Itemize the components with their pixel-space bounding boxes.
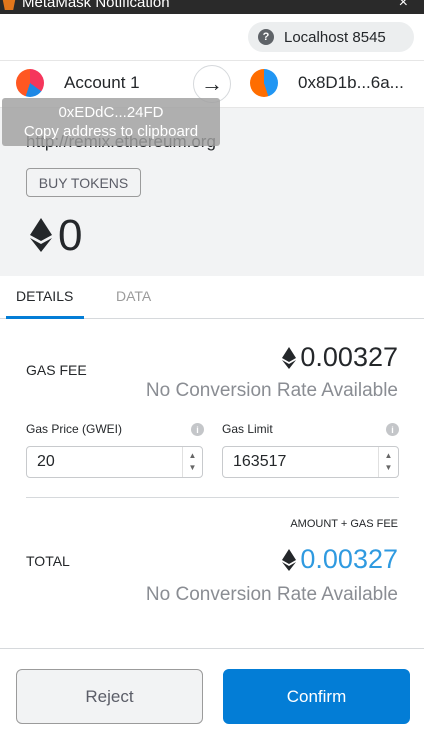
gas-fee-amount: 0.00327	[300, 342, 398, 372]
metamask-fox-icon	[2, 0, 16, 10]
gas-price-stepper[interactable]: ▲ ▼	[182, 447, 202, 477]
eth-icon	[282, 548, 297, 571]
chevron-down-icon[interactable]: ▼	[189, 462, 197, 474]
reject-button[interactable]: Reject	[16, 669, 203, 724]
window-title: MetaMask Notification	[22, 0, 170, 11]
total-value: 0.00327	[282, 544, 398, 575]
network-label: Localhost 8545	[284, 28, 386, 46]
info-icon[interactable]: i	[386, 423, 399, 436]
gas-fee-value: 0.00327	[282, 342, 398, 373]
active-tab-indicator	[6, 316, 84, 319]
close-icon[interactable]: ×	[399, 0, 408, 12]
gas-fee-conversion: No Conversion Rate Available	[145, 380, 398, 401]
gas-limit-label: Gas Limit	[222, 422, 273, 436]
tab-data[interactable]: DATA	[116, 288, 151, 304]
details-tabs: DETAILS DATA	[0, 276, 424, 319]
confirm-button[interactable]: Confirm	[223, 669, 410, 724]
chevron-up-icon[interactable]: ▲	[385, 450, 393, 462]
tooltip-text: Copy address to clipboard	[23, 123, 199, 140]
to-account-avatar	[250, 69, 278, 97]
action-bar: Reject Confirm	[0, 648, 424, 742]
chevron-down-icon[interactable]: ▼	[385, 462, 393, 474]
gas-limit-value: 163517	[233, 453, 287, 470]
total-amount: 0.00327	[300, 544, 398, 574]
copy-address-tooltip: 0xEDdC...24FD Copy address to clipboard	[2, 98, 220, 146]
buy-tokens-button[interactable]: BUY TOKENS	[26, 168, 141, 197]
from-account-name[interactable]: Account 1	[64, 73, 140, 93]
total-conversion: No Conversion Rate Available	[145, 584, 398, 605]
info-icon[interactable]: i	[191, 423, 204, 436]
from-account-avatar	[16, 69, 44, 97]
tab-details[interactable]: DETAILS	[16, 288, 73, 304]
to-account-address[interactable]: 0x8D1b...6a...	[298, 73, 404, 93]
window-titlebar: MetaMask Notification ×	[0, 0, 424, 14]
gas-fee-label: GAS FEE	[26, 362, 87, 378]
amount-gas-fee-label: AMOUNT + GAS FEE	[290, 518, 398, 530]
gas-price-label: Gas Price (GWEI)	[26, 422, 123, 436]
tooltip-address: 0xEDdC...24FD	[58, 104, 164, 121]
network-row: ? Localhost 8545	[0, 14, 424, 60]
chevron-up-icon[interactable]: ▲	[189, 450, 197, 462]
gas-limit-input[interactable]: 163517 ▲ ▼	[222, 446, 399, 478]
network-selector[interactable]: ? Localhost 8545	[248, 22, 414, 52]
gas-price-input[interactable]: 20 ▲ ▼	[26, 446, 203, 478]
help-icon: ?	[258, 29, 274, 45]
total-label: TOTAL	[26, 553, 70, 569]
eth-icon	[282, 346, 297, 369]
transaction-amount: 0	[58, 211, 83, 260]
eth-icon	[30, 218, 52, 252]
section-divider	[26, 497, 399, 498]
gas-limit-stepper[interactable]: ▲ ▼	[378, 447, 398, 477]
gas-price-value: 20	[37, 453, 55, 470]
